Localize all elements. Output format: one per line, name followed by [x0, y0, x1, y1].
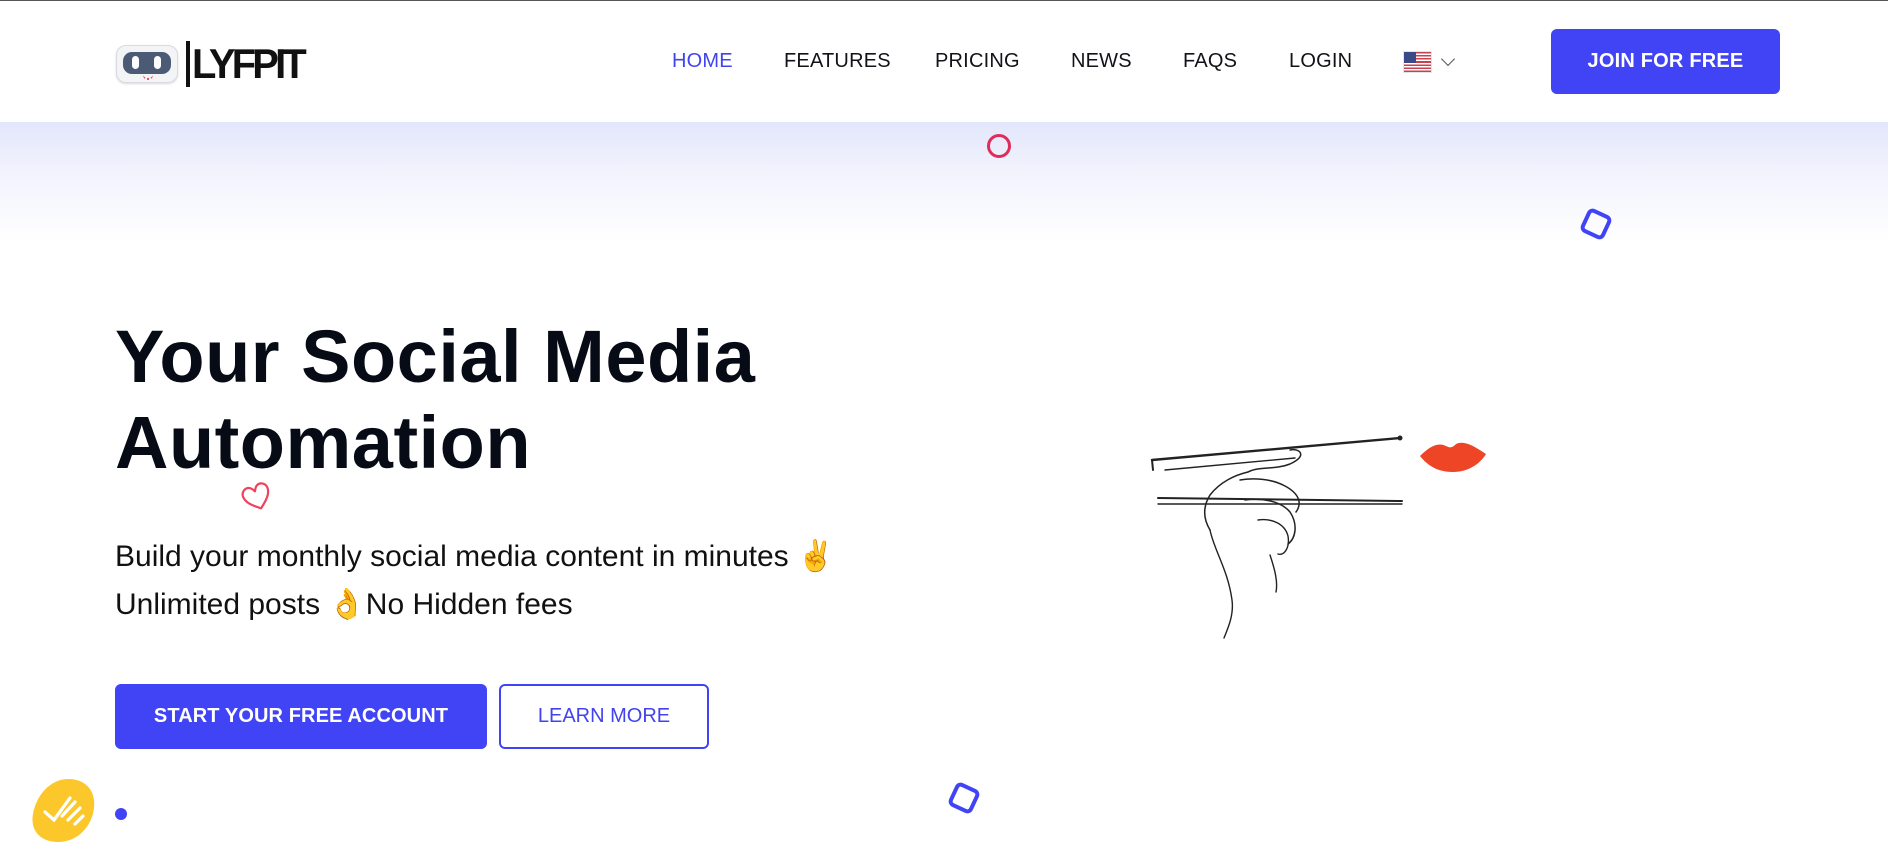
- brand-logo[interactable]: LYFPIT: [116, 39, 309, 89]
- nav-pricing[interactable]: PRICING: [935, 50, 1020, 73]
- robot-face-icon: [116, 45, 178, 83]
- logo-divider: [186, 41, 190, 87]
- nav-login[interactable]: LOGIN: [1289, 50, 1352, 73]
- nav-features[interactable]: FEATURES: [784, 50, 891, 73]
- hero-title-line1: Your Social Media: [115, 315, 756, 398]
- chevron-down-icon: [1440, 51, 1456, 67]
- hero-subtitle-line1: Build your monthly social media content …: [115, 540, 835, 573]
- dot-decoration-icon: [115, 808, 127, 820]
- nav-news[interactable]: NEWS: [1071, 50, 1132, 73]
- subtitle-text: Unlimited posts: [115, 588, 329, 621]
- subtitle-text: No Hidden fees: [365, 588, 573, 621]
- learn-more-button[interactable]: LEARN MORE: [499, 684, 709, 749]
- hero-title: Your Social Media Automation: [115, 314, 755, 486]
- hero-title-line2: Automation: [115, 401, 532, 484]
- start-free-account-button[interactable]: START YOUR FREE ACCOUNT: [115, 684, 487, 749]
- us-flag-icon: [1404, 52, 1431, 72]
- nav-faqs[interactable]: FAQS: [1183, 50, 1237, 73]
- nav-home[interactable]: HOME: [672, 50, 733, 73]
- brand-name: LYFPIT: [192, 40, 307, 87]
- square-decoration-icon: [946, 780, 982, 816]
- ok-hand-icon: 👌: [328, 588, 366, 621]
- language-selector[interactable]: [1404, 51, 1456, 72]
- checklist-badge-button[interactable]: [28, 776, 98, 846]
- join-for-free-button[interactable]: JOIN FOR FREE: [1551, 29, 1780, 94]
- hero-subtitle: Build your monthly social media content …: [115, 533, 834, 629]
- site-header: LYFPIT HOME FEATURES PRICING NEWS FAQS L…: [0, 1, 1888, 122]
- circle-decoration-icon: [987, 134, 1011, 158]
- hand-chopsticks-lips-illustration: [1150, 435, 1486, 639]
- hero-subtitle-line2: Unlimited posts 👌No Hidden fees: [115, 581, 834, 629]
